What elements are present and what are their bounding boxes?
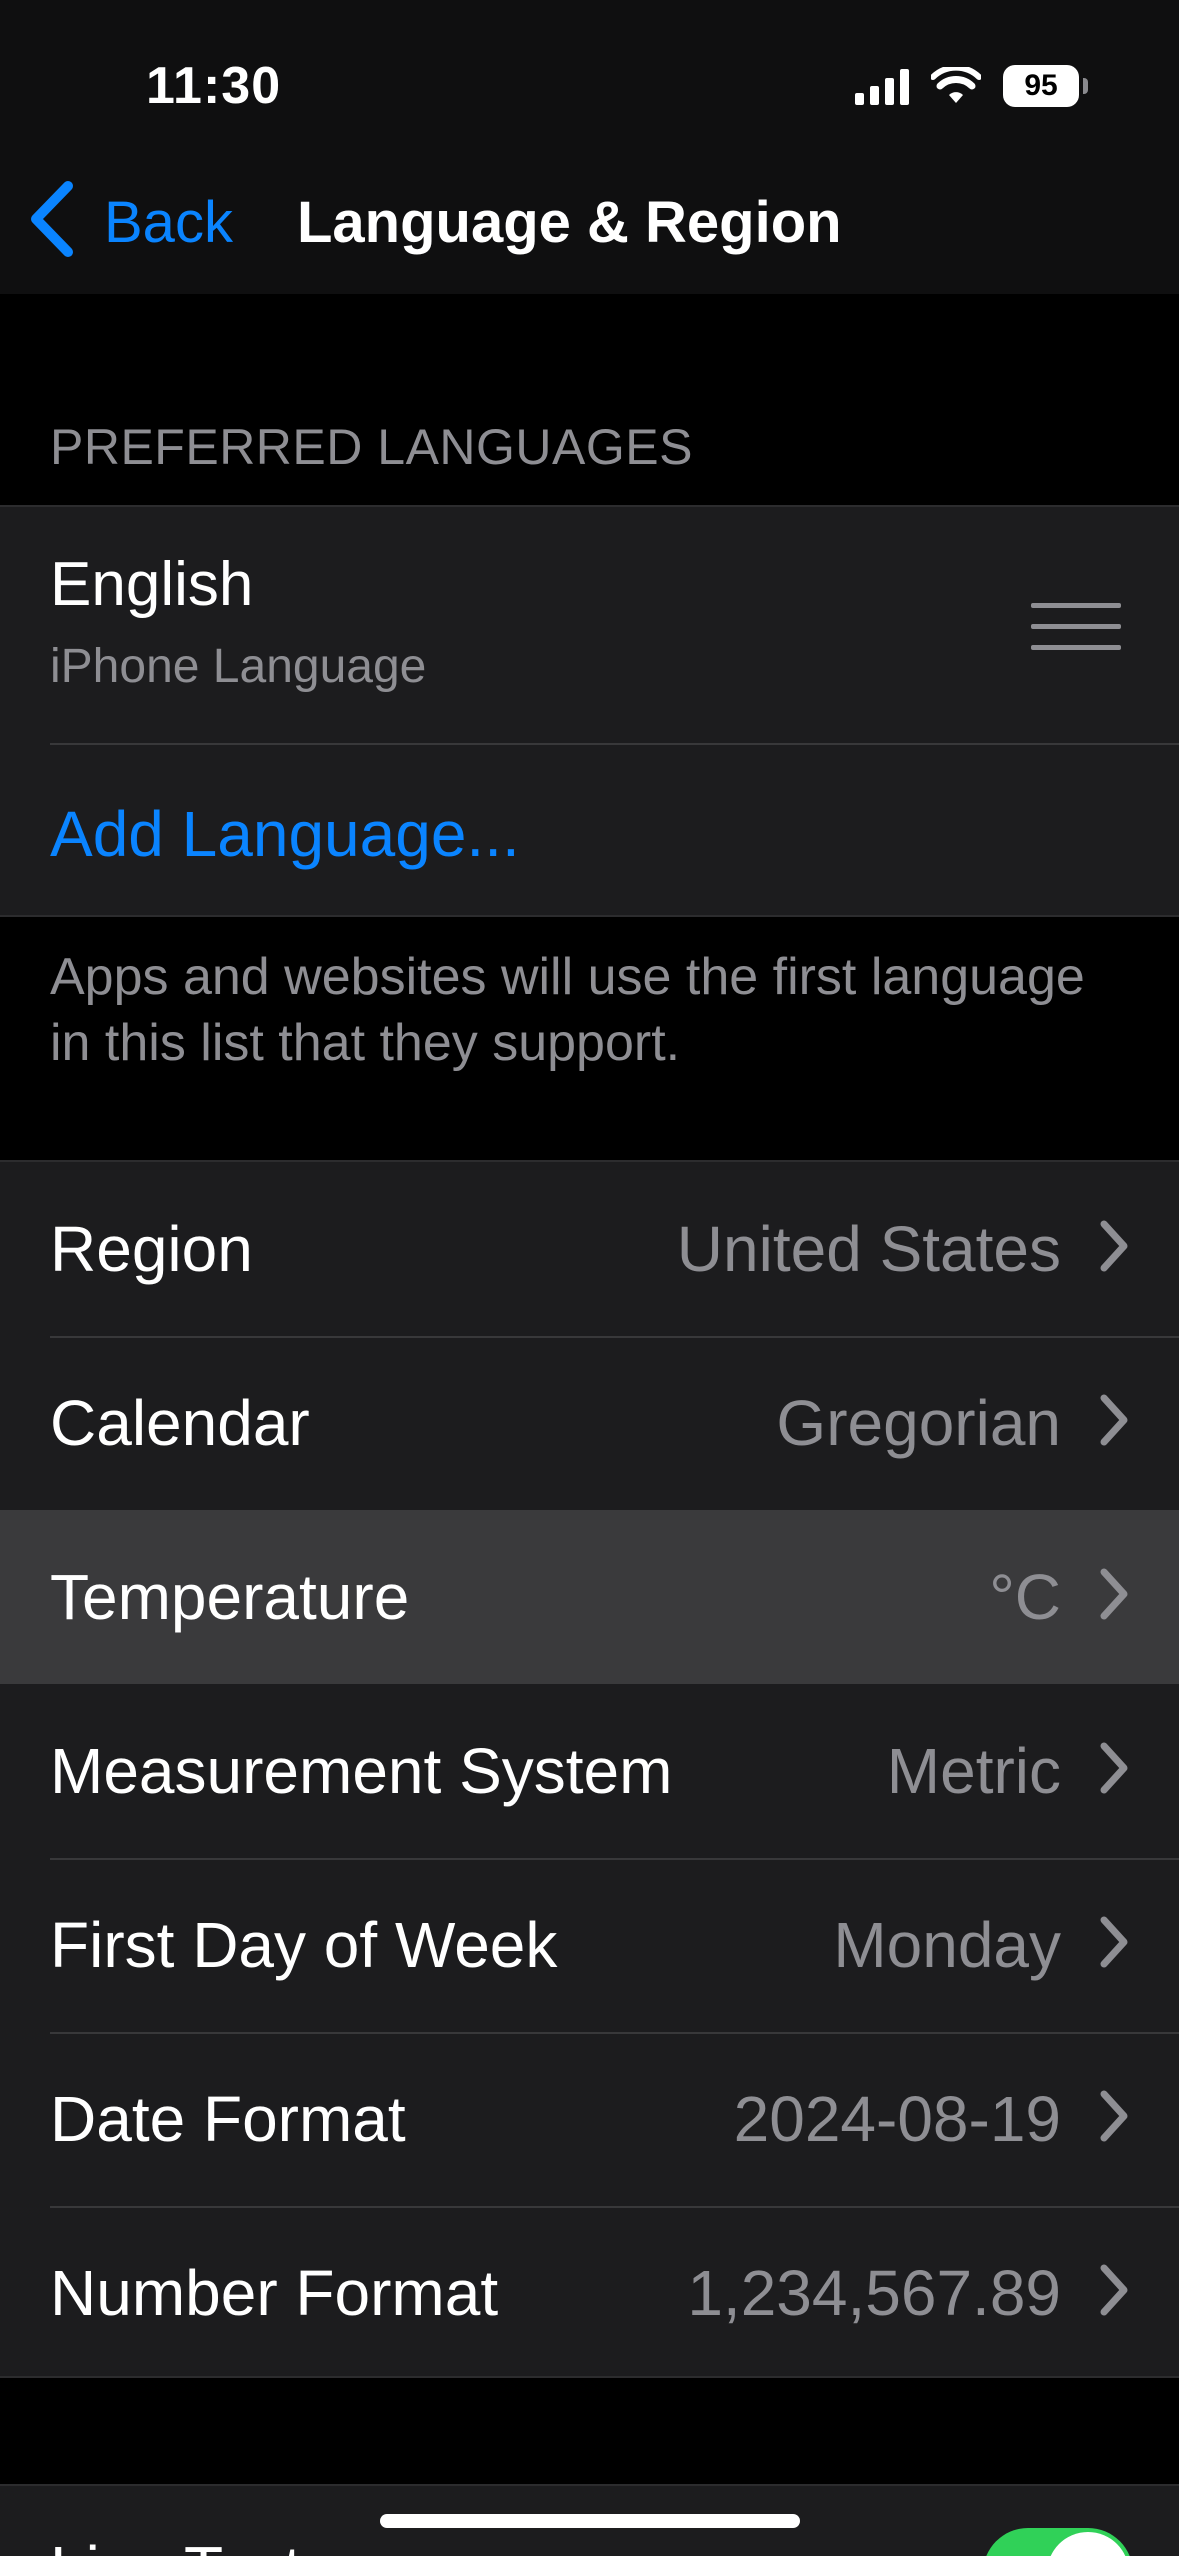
status-icons: 95	[855, 64, 1088, 108]
chevron-right-icon	[1100, 1394, 1128, 1446]
region-row[interactable]: Region United States	[0, 1162, 1179, 1336]
back-button[interactable]: Back	[104, 189, 233, 256]
first-day-of-week-row[interactable]: First Day of Week Monday	[0, 1858, 1179, 2032]
calendar-row[interactable]: Calendar Gregorian	[0, 1336, 1179, 1510]
row-value: United States	[676, 1213, 1061, 1285]
page-title: Language & Region	[297, 190, 842, 255]
temperature-row[interactable]: Temperature °C	[0, 1510, 1179, 1684]
date-format-row[interactable]: Date Format 2024-08-19	[0, 2032, 1179, 2206]
row-label: Calendar	[50, 1387, 310, 1459]
wifi-icon	[931, 67, 981, 103]
divider	[50, 743, 1179, 745]
row-label: Number Format	[50, 2257, 499, 2329]
row-value: Monday	[833, 1909, 1061, 1981]
chevron-right-icon	[1100, 1568, 1128, 1620]
row-label: Region	[50, 1213, 253, 1285]
chevron-right-icon	[1100, 1742, 1128, 1794]
home-indicator[interactable]	[380, 2514, 800, 2528]
live-text-label: Live Text	[50, 2532, 301, 2556]
screen: 11:30 95 Back Language & Region PREFERRE…	[0, 0, 1179, 2556]
chevron-right-icon	[1100, 1916, 1128, 1968]
status-time: 11:30	[146, 57, 282, 115]
language-name: English	[50, 550, 254, 619]
row-value: Metric	[886, 1735, 1061, 1807]
row-label: First Day of Week	[50, 1909, 558, 1981]
row-label: Temperature	[50, 1561, 410, 1633]
row-value: 2024-08-19	[733, 2083, 1061, 2155]
region-settings-group: Region United States Calendar Gregorian …	[0, 1160, 1179, 2378]
number-format-row[interactable]: Number Format 1,234,567.89	[0, 2206, 1179, 2380]
language-subtitle: iPhone Language	[50, 640, 427, 693]
row-value: 1,234,567.89	[687, 2257, 1061, 2329]
chevron-right-icon	[1100, 2090, 1128, 2142]
reorder-handle-icon[interactable]	[1031, 603, 1121, 666]
row-label: Date Format	[50, 2083, 406, 2155]
preferred-languages-header: PREFERRED LANGUAGES	[50, 419, 693, 475]
live-text-toggle[interactable]	[983, 2528, 1133, 2556]
measurement-system-row[interactable]: Measurement System Metric	[0, 1684, 1179, 1858]
row-value: Gregorian	[776, 1387, 1061, 1459]
row-value: °C	[989, 1561, 1061, 1633]
row-label: Measurement System	[50, 1735, 673, 1807]
battery-icon: 95	[1003, 65, 1088, 107]
back-chevron-icon[interactable]	[26, 180, 76, 258]
add-language-button[interactable]: Add Language...	[50, 797, 520, 871]
language-row-english[interactable]: English iPhone Language	[0, 507, 1179, 743]
cellular-signal-icon	[855, 67, 909, 105]
preferred-languages-footer: Apps and websites will use the first lan…	[50, 948, 1085, 1072]
chevron-right-icon	[1100, 1220, 1128, 1272]
preferred-languages-group: English iPhone Language Add Language...	[0, 505, 1179, 917]
chevron-right-icon	[1100, 2264, 1128, 2316]
top-bar: 11:30 95 Back Language & Region	[0, 0, 1179, 294]
